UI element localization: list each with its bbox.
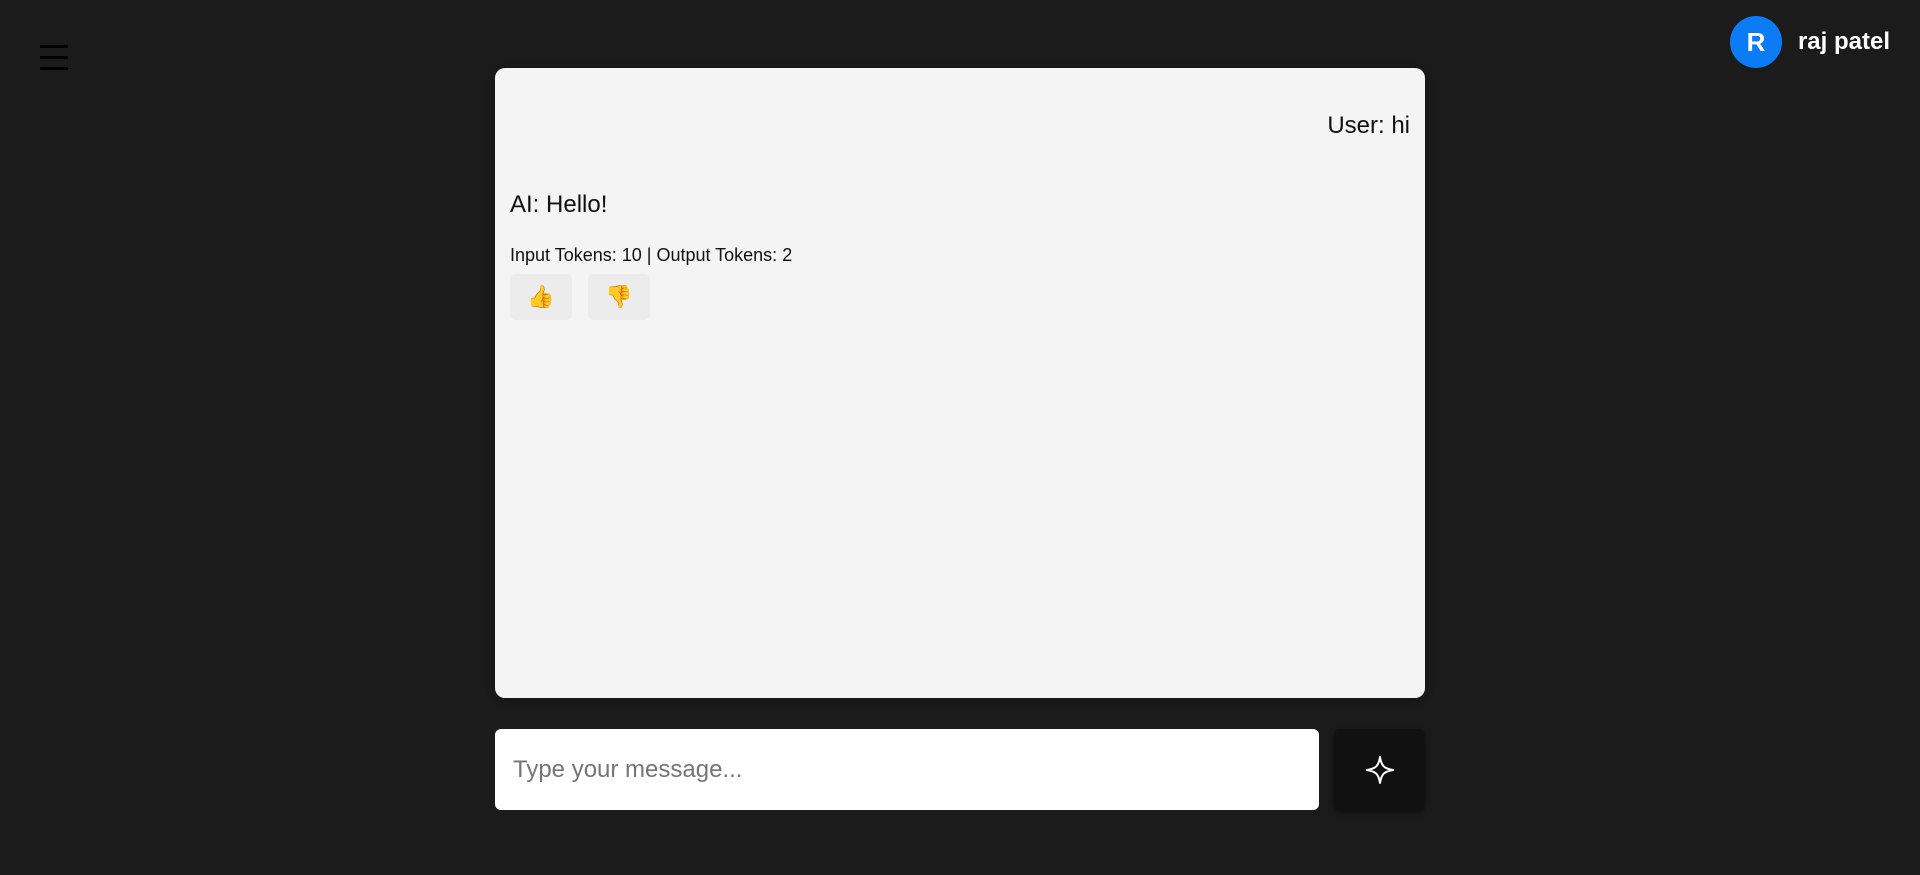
menu-line [40, 56, 68, 59]
message-input-container [495, 729, 1319, 810]
thumbs-up-icon[interactable]: 👍 [510, 274, 572, 320]
avatar[interactable]: R [1729, 16, 1782, 68]
thumbs-down-icon[interactable]: 👎 [588, 274, 650, 320]
menu-line [40, 45, 68, 48]
user-message: User: hi [1327, 112, 1410, 139]
feedback-buttons: 👍 👎 [510, 274, 650, 320]
user-profile[interactable]: R raj patel [1729, 16, 1890, 68]
chat-app: R raj patel User: hi AI: Hello! Input To… [0, 0, 1920, 875]
send-button[interactable] [1334, 729, 1425, 810]
ai-message: AI: Hello! [510, 191, 608, 218]
user-name: raj patel [1797, 28, 1890, 55]
menu-line [40, 67, 68, 70]
message-input[interactable] [511, 754, 1303, 785]
hamburger-icon[interactable] [40, 44, 70, 72]
token-usage: Input Tokens: 10 | Output Tokens: 2 [510, 245, 793, 265]
chat-window: User: hi AI: Hello! Input Tokens: 10 | O… [495, 68, 1425, 698]
sparkle-icon [1365, 755, 1394, 784]
